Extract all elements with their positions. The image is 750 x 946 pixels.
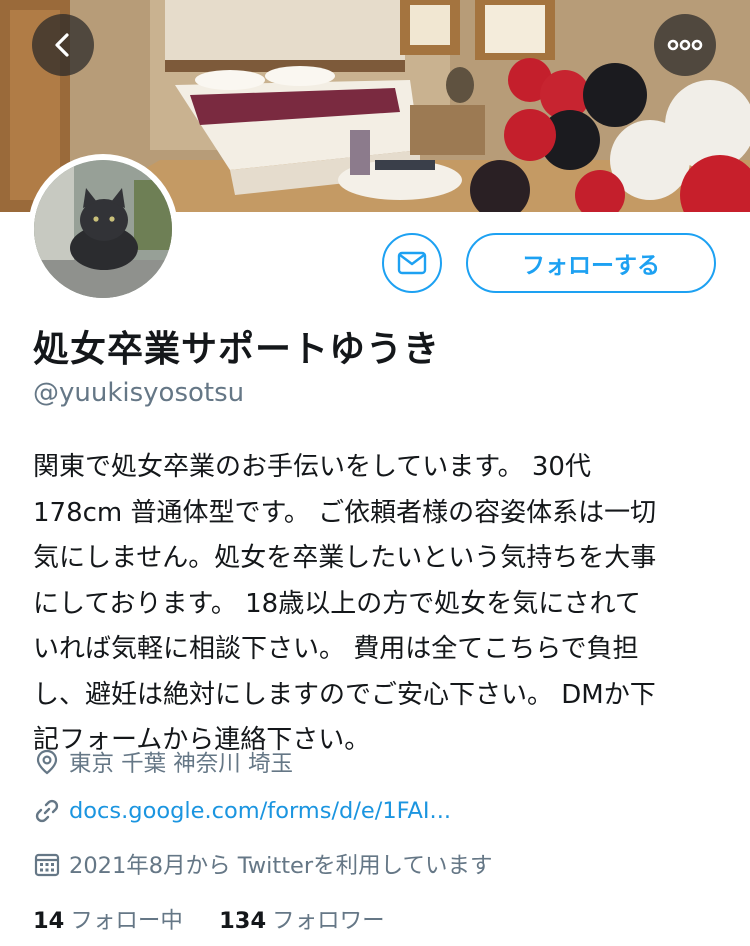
profile-bio: 関東で処女卒業のお手伝いをしています。 30代 178cm 普通体型です。 ご依… (33, 445, 723, 764)
avatar-frame[interactable] (28, 154, 178, 304)
profile-link[interactable]: docs.google.com/forms/d/e/1FAI... (33, 797, 451, 825)
calendar-icon (33, 850, 61, 878)
profile-location: 東京 千葉 神奈川 埼玉 (33, 746, 293, 778)
chevron-left-icon (55, 33, 69, 57)
message-button[interactable] (382, 233, 442, 293)
followers-label: フォロワー (272, 908, 385, 934)
back-button[interactable] (32, 14, 94, 76)
bio-line: 気にしません。処女を卒業したいという気持ちを大事 (33, 543, 657, 573)
joined-text: 2021年8月から Twitterを利用しています (69, 853, 493, 879)
bio-line: 178cm 普通体型です。 ご依頼者様の容姿体系は一切 (33, 497, 657, 528)
more-horizontal-icon (667, 39, 703, 51)
followers-count: 134 (219, 908, 267, 934)
more-options-button[interactable] (654, 14, 716, 76)
link-text[interactable]: docs.google.com/forms/d/e/1FAI... (69, 798, 451, 824)
avatar-photo (34, 160, 172, 298)
bio-line: にしております。 18歳以上の方で処女を気にされて (33, 588, 641, 619)
display-name: 処女卒業サポートゆうき (33, 329, 441, 370)
user-handle: @yuukisyosotsu (33, 378, 245, 408)
location-text: 東京 千葉 神奈川 埼玉 (69, 751, 293, 777)
follow-stats: 14 フォロー中 134 フォロワー (33, 903, 385, 935)
following-link[interactable]: 14 フォロー中 (33, 908, 190, 934)
bio-line: 関東で処女卒業のお手伝いをしています。 30代 (33, 452, 591, 482)
link-icon (33, 797, 61, 825)
bio-line: し、避妊は絶対にしますのでご安心下さい。 DMか下 (33, 679, 656, 710)
followers-link[interactable]: 134 フォロワー (219, 908, 384, 934)
following-count: 14 (33, 908, 65, 934)
mail-icon (397, 251, 427, 275)
bio-line: いれば気軽に相談下さい。 費用は全てこちらで負担 (33, 634, 639, 664)
avatar (34, 160, 172, 298)
follow-button[interactable]: フォローする (466, 233, 716, 293)
location-pin-icon (33, 748, 61, 776)
profile-joined: 2021年8月から Twitterを利用しています (33, 848, 492, 880)
following-label: フォロー中 (70, 908, 183, 934)
